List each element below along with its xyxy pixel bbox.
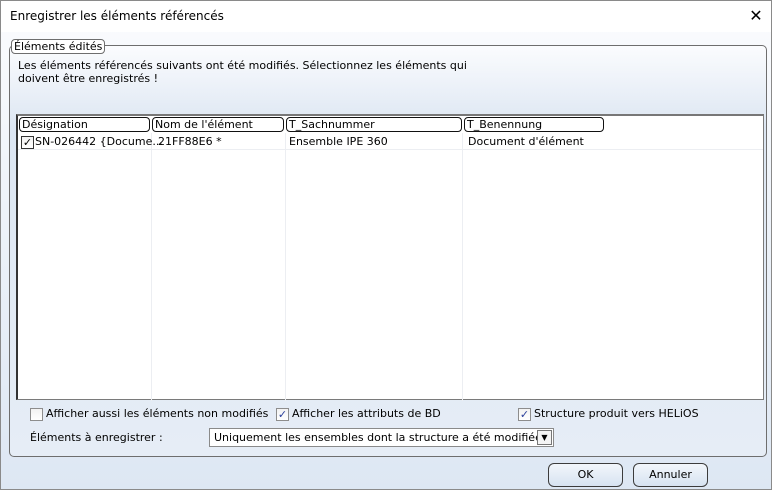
checkbox-box[interactable] [30,407,43,421]
group-legend: Éléments édités [11,39,106,54]
cell-nom: 21FF88E6 * [158,135,222,148]
elements-table: Désignation Nom de l'élément T_Sachnumme… [16,114,764,401]
checkbox-box[interactable]: ✓ [276,407,289,421]
save-elements-label: Éléments à enregistrer : [30,431,163,444]
ok-button[interactable]: OK [548,463,623,487]
save-elements-select[interactable]: Uniquement les ensembles dont la structu… [209,428,554,447]
column-header-nom[interactable]: Nom de l'élément [152,117,284,132]
cell-sachnummer: Ensemble IPE 360 [289,135,388,148]
show-db-attributes-checkbox[interactable]: ✓ Afficher les attributs de BD [276,407,441,421]
checkbox-label: Structure produit vers HELiOS [534,407,699,420]
cell-benennung: Document d'élément [468,135,584,148]
show-unmodified-checkbox[interactable]: Afficher aussi les éléments non modifiés [30,407,268,421]
description-text: Les éléments référencés suivants ont été… [18,59,467,85]
chevron-down-icon[interactable]: ▼ [537,430,552,445]
selected-value: Uniquement les ensembles dont la structu… [214,431,542,444]
column-header-benennung[interactable]: T_Benennung [464,117,604,132]
checkbox-label: Afficher aussi les éléments non modifiés [46,407,269,420]
cell-designation: SN-026442 {Docume... [35,135,163,148]
close-icon[interactable]: ✕ [745,5,767,27]
cancel-button[interactable]: Annuler [633,463,708,487]
column-header-sachnummer[interactable]: T_Sachnummer [286,117,462,132]
checkbox-label: Afficher les attributs de BD [292,407,441,420]
table-row[interactable]: ✓ SN-026442 {Docume... 21FF88E6 * Ensemb… [19,135,763,150]
window-title: Enregistrer les éléments référencés [10,9,224,23]
checkbox-box[interactable]: ✓ [518,407,531,421]
row-checkbox[interactable]: ✓ [21,135,34,149]
structure-helios-checkbox[interactable]: ✓ Structure produit vers HELiOS [518,407,699,421]
column-header-designation[interactable]: Désignation [19,117,150,132]
